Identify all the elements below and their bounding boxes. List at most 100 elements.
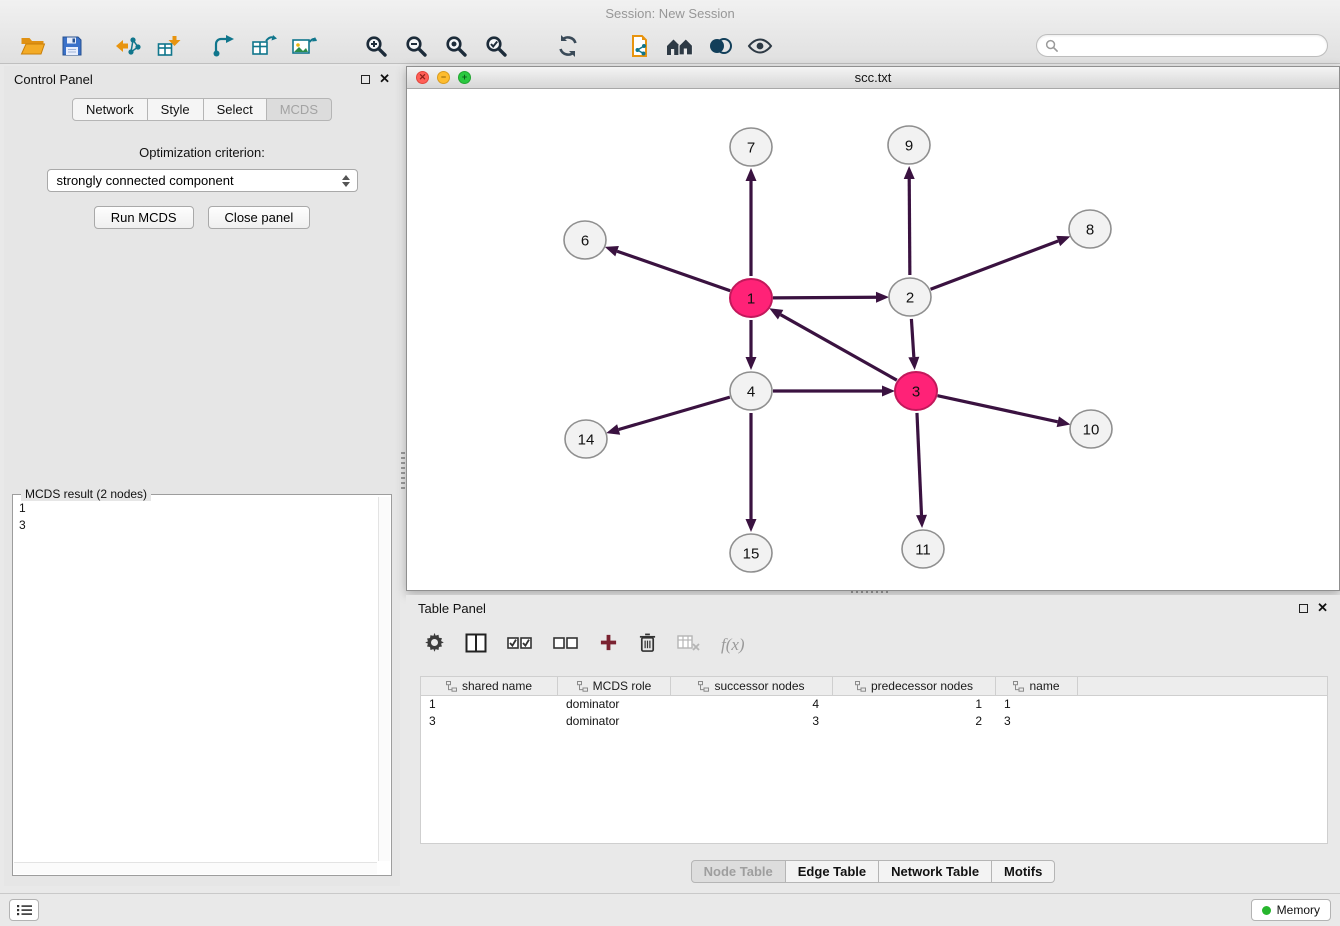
new-table-button[interactable] [244, 31, 284, 61]
column-type-icon [577, 681, 588, 692]
run-mcds-button[interactable]: Run MCDS [94, 206, 194, 229]
table-toolbar: f(x) [424, 627, 745, 663]
column-header-predecessor[interactable]: predecessor nodes [833, 677, 996, 695]
zoom-out-button[interactable] [396, 31, 436, 61]
graph-node-10[interactable]: 10 [1070, 410, 1112, 448]
optimization-criterion-select[interactable]: strongly connected component [47, 169, 358, 192]
zoom-selected-button[interactable] [476, 31, 516, 61]
refresh-layout-button[interactable] [548, 31, 588, 61]
table-panel-tabs: Node TableEdge TableNetwork TableMotifs [406, 860, 1340, 883]
export-image-button[interactable] [284, 31, 324, 61]
close-panel-icon[interactable]: ✕ [379, 74, 390, 84]
graph-node-11[interactable]: 11 [902, 530, 944, 568]
mcds-result-title: MCDS result (2 nodes) [21, 487, 151, 501]
graph-node-14[interactable]: 14 [565, 420, 607, 458]
graph-edge-2-3[interactable] [911, 319, 913, 357]
network-canvas[interactable]: 7 9 6 8 1 2 4 3 14 10 15 11 [407, 89, 1339, 590]
save-session-button[interactable] [52, 31, 92, 61]
memory-button[interactable]: Memory [1251, 899, 1331, 921]
zoom-in-button[interactable] [356, 31, 396, 61]
deselect-all-button[interactable] [553, 635, 579, 656]
graph-node-9[interactable]: 9 [888, 126, 930, 164]
float-panel-icon[interactable] [361, 75, 370, 84]
cell-predecessor: 1 [833, 696, 996, 713]
nested-networks-button[interactable] [660, 31, 700, 61]
vertical-splitter-handle[interactable] [401, 452, 405, 490]
show-graphics-button[interactable] [740, 31, 780, 61]
split-columns-button[interactable] [465, 633, 487, 658]
column-type-icon [698, 681, 709, 692]
table-tab-node-table[interactable]: Node Table [691, 860, 786, 883]
edge-arrowhead [1056, 236, 1070, 246]
edge-arrowhead [904, 166, 915, 179]
result-vertical-scrollbar[interactable] [378, 497, 390, 861]
search-box[interactable] [1036, 34, 1328, 57]
search-input[interactable] [1064, 38, 1319, 53]
cell-predecessor: 2 [833, 713, 996, 730]
graph-edge-4-14[interactable] [619, 397, 730, 429]
maximize-window-button[interactable]: + [458, 71, 471, 84]
graph-node-15[interactable]: 15 [730, 534, 772, 572]
clone-network-button[interactable] [620, 31, 660, 61]
import-network-icon [115, 35, 141, 57]
table-body: 1dominator4113dominator323 [421, 696, 1327, 730]
table-tab-network-table[interactable]: Network Table [879, 860, 992, 883]
column-header-name[interactable]: name [996, 677, 1078, 695]
open-session-button[interactable] [12, 31, 52, 61]
column-header-mcds_role[interactable]: MCDS role [558, 677, 671, 695]
tab-mcds[interactable]: MCDS [267, 98, 332, 121]
column-header-shared_name[interactable]: shared name [421, 677, 558, 695]
graph-node-1[interactable]: 1 [730, 279, 772, 317]
node-label: 6 [581, 233, 589, 250]
close-panel-button[interactable]: Close panel [208, 206, 311, 229]
graph-node-6[interactable]: 6 [564, 221, 606, 259]
mcds-result-box[interactable]: MCDS result (2 nodes) 13 [12, 494, 392, 876]
graph-node-2[interactable]: 2 [889, 278, 931, 316]
node-label: 2 [906, 290, 914, 307]
import-network-file-button[interactable] [108, 31, 148, 61]
network-window-titlebar[interactable]: ✕ − + scc.txt [407, 67, 1339, 89]
table-tab-edge-table[interactable]: Edge Table [786, 860, 879, 883]
table-row[interactable]: 3dominator323 [421, 713, 1327, 730]
table-tab-motifs[interactable]: Motifs [992, 860, 1055, 883]
graph-edge-3-1[interactable] [781, 315, 897, 381]
graph-edge-3-10[interactable] [937, 396, 1057, 422]
show-panels-button[interactable] [9, 899, 39, 921]
mcds-result-line: 3 [19, 517, 375, 534]
zoom-fit-button[interactable] [436, 31, 476, 61]
add-column-button[interactable] [599, 633, 618, 657]
delete-table-button[interactable] [677, 634, 701, 657]
control-panel-tabs: NetworkStyleSelectMCDS [4, 98, 400, 121]
minimize-window-button[interactable]: − [437, 71, 450, 84]
function-builder-button[interactable]: f(x) [721, 635, 745, 655]
result-horizontal-scrollbar[interactable] [14, 862, 377, 874]
graph-node-4[interactable]: 4 [730, 372, 772, 410]
table-settings-button[interactable] [424, 632, 445, 658]
graph-edge-1-6[interactable] [617, 251, 730, 291]
cell-name: 1 [996, 696, 1078, 713]
graph-edge-2-8[interactable] [931, 241, 1059, 289]
select-all-button[interactable] [507, 635, 533, 656]
style-venn-button[interactable] [700, 31, 740, 61]
window-chrome: Session: New Session [0, 0, 1340, 64]
graph-node-3[interactable]: 3 [895, 372, 937, 410]
graph-edge-3-11[interactable] [917, 413, 922, 515]
edge-arrowhead [746, 168, 757, 181]
table-row[interactable]: 1dominator411 [421, 696, 1327, 713]
cell-mcds_role: dominator [558, 713, 671, 730]
column-header-successor[interactable]: successor nodes [671, 677, 833, 695]
graph-node-7[interactable]: 7 [730, 128, 772, 166]
new-network-button[interactable] [204, 31, 244, 61]
tab-network[interactable]: Network [72, 98, 148, 121]
graph-edge-2-9[interactable] [909, 179, 910, 275]
delete-button[interactable] [638, 632, 657, 658]
float-table-panel-icon[interactable] [1299, 604, 1308, 613]
graph-node-8[interactable]: 8 [1069, 210, 1111, 248]
graph-edge-1-2[interactable] [773, 297, 876, 298]
zoom-selected-icon [484, 34, 508, 58]
close-window-button[interactable]: ✕ [416, 71, 429, 84]
tab-style[interactable]: Style [148, 98, 204, 121]
close-table-panel-icon[interactable]: ✕ [1317, 603, 1328, 613]
import-table-file-button[interactable] [148, 31, 188, 61]
tab-select[interactable]: Select [204, 98, 267, 121]
